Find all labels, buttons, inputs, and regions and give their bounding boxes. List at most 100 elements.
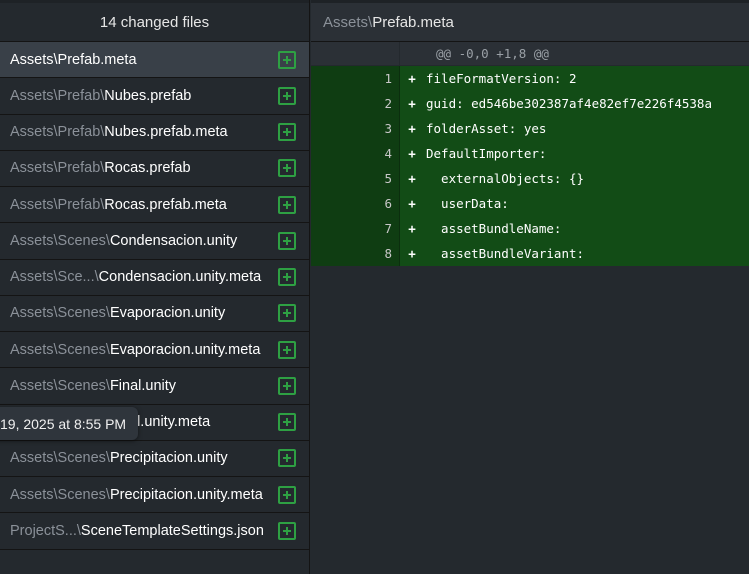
file-row-final-unity[interactable]: Assets\Scenes\ Final.unity xyxy=(0,368,309,405)
line-number: 2 xyxy=(355,91,400,116)
diff-line[interactable]: 3 + folderAsset: yes xyxy=(311,116,749,141)
plus-square-icon xyxy=(278,123,296,142)
old-line-gutter xyxy=(311,116,355,141)
added-sign: + xyxy=(408,171,416,186)
file-name: Rocas.prefab.meta xyxy=(104,196,227,213)
file-name: Condensacion.unity xyxy=(109,232,238,249)
plus-square-icon xyxy=(278,304,296,323)
diff-panel: Assets\ Prefab.meta @@ -0,0 +1,8 @@ 1 + f… xyxy=(311,0,749,574)
hunk-text: @@ -0,0 +1,8 @@ xyxy=(436,46,549,61)
plus-square-icon xyxy=(278,231,296,250)
diff-line[interactable]: 4 + DefaultImporter: xyxy=(311,141,749,166)
plus-square-icon xyxy=(278,376,296,395)
file-dir: Assets\Scenes\ xyxy=(10,486,110,503)
added-sign: + xyxy=(408,96,416,111)
plus-square-icon xyxy=(278,521,296,540)
file-dir: Assets\Sce...\ xyxy=(10,269,99,286)
line-code: assetBundleName: xyxy=(426,221,562,236)
line-code: assetBundleVariant: xyxy=(426,246,585,261)
line-code: externalObjects: {} xyxy=(426,171,585,186)
old-line-gutter xyxy=(311,141,355,166)
file-dir: Assets\Scenes\ xyxy=(10,305,110,322)
old-line-gutter xyxy=(311,166,355,191)
plus-square-icon xyxy=(278,268,296,287)
file-dir: Assets\Prefab\ xyxy=(10,160,105,177)
file-name: Nubes.prefab.meta xyxy=(104,124,228,141)
line-number: 4 xyxy=(355,141,400,166)
diff-file-dir: Assets\ xyxy=(323,13,373,31)
added-sign: + xyxy=(408,146,416,161)
line-number: 1 xyxy=(355,66,400,91)
hunk-header[interactable]: @@ -0,0 +1,8 @@ xyxy=(311,42,749,66)
line-code: guid: ed546be302387af4e82ef7e226f4538a xyxy=(426,96,712,111)
file-row-nubes-prefab-meta[interactable]: Assets\Prefab\ Nubes.prefab.meta xyxy=(0,115,309,151)
old-line-gutter xyxy=(311,91,355,116)
line-code: folderAsset: yes xyxy=(426,121,547,136)
diff-file-path: Assets\ Prefab.meta xyxy=(311,0,749,42)
file-dir: Assets\Scenes\ xyxy=(10,232,110,249)
file-name: SceneTemplateSettings.json xyxy=(80,522,264,539)
file-name: Assets\Prefab.meta xyxy=(10,51,137,68)
old-line-gutter xyxy=(311,241,355,266)
changed-files-count: 14 changed files xyxy=(0,0,309,42)
line-code: userData: xyxy=(426,196,509,211)
diff-body: @@ -0,0 +1,8 @@ 1 + fileFormatVersion: 2… xyxy=(311,42,749,266)
file-name: Final.unity xyxy=(109,377,177,394)
added-sign: + xyxy=(408,121,416,136)
file-row-precipitacion-unity[interactable]: Assets\Scenes\ Precipitacion.unity xyxy=(0,441,309,477)
plus-square-icon xyxy=(278,340,296,359)
file-name-partial: al.unity.meta xyxy=(129,414,211,431)
plus-square-icon xyxy=(278,413,296,432)
plus-square-icon xyxy=(278,86,296,105)
file-name: Nubes.prefab xyxy=(104,87,192,104)
file-name: Precipitacion.unity.meta xyxy=(109,486,263,503)
file-list: Assets\Prefab.meta Assets\Prefab\ Nubes.p… xyxy=(0,42,309,550)
old-line-gutter xyxy=(311,216,355,241)
line-number: 6 xyxy=(355,191,400,216)
file-row-evaporacion-unity[interactable]: Assets\Scenes\ Evaporacion.unity xyxy=(0,296,309,332)
old-line-gutter xyxy=(311,66,355,91)
diff-line[interactable]: 6 + userData: xyxy=(311,191,749,216)
changed-files-panel: 14 changed files Assets\Prefab.meta Asse… xyxy=(0,0,310,574)
file-row-rocas-prefab[interactable]: Assets\Prefab\ Rocas.prefab xyxy=(0,151,309,187)
file-name: Evaporacion.unity.meta xyxy=(109,341,261,358)
plus-square-icon xyxy=(278,449,296,468)
diff-line[interactable]: 2 + guid: ed546be302387af4e82ef7e226f453… xyxy=(311,91,749,116)
file-dir: Assets\Scenes\ xyxy=(10,450,110,467)
diff-line[interactable]: 8 + assetBundleVariant: xyxy=(311,241,749,266)
diff-line[interactable]: 7 + assetBundleName: xyxy=(311,216,749,241)
line-number: 8 xyxy=(355,241,400,266)
file-dir: Assets\Prefab\ xyxy=(10,124,105,141)
added-sign: + xyxy=(408,196,416,211)
plus-square-icon xyxy=(278,159,296,178)
file-name: Rocas.prefab xyxy=(104,160,191,177)
date-tooltip: 19, 2025 at 8:55 PM xyxy=(0,407,139,440)
file-name: Precipitacion.unity xyxy=(109,450,228,467)
file-row-nubes-prefab[interactable]: Assets\Prefab\ Nubes.prefab xyxy=(0,78,309,115)
file-row-scene-template-settings[interactable]: ProjectS...\ SceneTemplateSettings.json xyxy=(0,513,309,550)
file-name: Condensacion.unity.meta xyxy=(98,269,262,286)
file-row-condensacion-unity-meta[interactable]: Assets\Sce...\ Condensacion.unity.meta xyxy=(0,260,309,296)
diff-line[interactable]: 5 + externalObjects: {} xyxy=(311,166,749,191)
line-number: 3 xyxy=(355,116,400,141)
line-code: fileFormatVersion: 2 xyxy=(426,71,577,86)
line-number: 5 xyxy=(355,166,400,191)
file-row-rocas-prefab-meta[interactable]: Assets\Prefab\ Rocas.prefab.meta xyxy=(0,187,309,224)
file-dir: Assets\Prefab\ xyxy=(10,87,105,104)
diff-file-name: Prefab.meta xyxy=(372,13,454,31)
file-dir: Assets\Prefab\ xyxy=(10,196,105,213)
line-number: 7 xyxy=(355,216,400,241)
file-row-prefab-meta[interactable]: Assets\Prefab.meta xyxy=(0,42,309,79)
diff-line[interactable]: 1 + fileFormatVersion: 2 xyxy=(311,66,749,91)
hunk-gutter xyxy=(311,42,400,65)
old-line-gutter xyxy=(311,191,355,216)
added-sign: + xyxy=(408,246,416,261)
plus-square-icon xyxy=(278,50,296,69)
file-name: Evaporacion.unity xyxy=(109,305,226,322)
added-sign: + xyxy=(408,221,416,236)
added-sign: + xyxy=(408,71,416,86)
file-row-precipitacion-unity-meta[interactable]: Assets\Scenes\ Precipitacion.unity.meta xyxy=(0,477,309,514)
file-row-evaporacion-unity-meta[interactable]: Assets\Scenes\ Evaporacion.unity.meta xyxy=(0,332,309,369)
line-code: DefaultImporter: xyxy=(426,146,547,161)
file-row-condensacion-unity[interactable]: Assets\Scenes\ Condensacion.unity xyxy=(0,223,309,260)
